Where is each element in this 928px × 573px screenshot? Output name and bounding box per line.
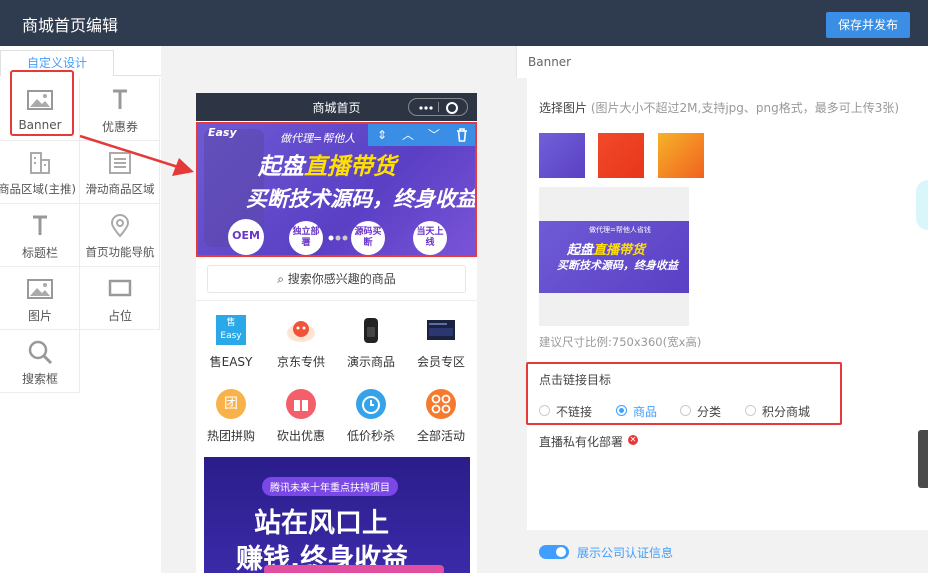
component-label: 搜索框 xyxy=(21,372,58,386)
radio-dot xyxy=(680,405,691,416)
capsule-divider xyxy=(438,102,439,112)
select-image-hint: (图片大小不超过2M,支持jpg、png格式，最多可上传3张) xyxy=(590,101,900,115)
promo-banner[interactable]: 腾讯未来十年重点扶持项目 站在风口上 赚钱,终身收益 xyxy=(204,457,470,573)
radio-label: 商品 xyxy=(633,405,658,419)
link-target-title: 点击链接目标 xyxy=(539,373,612,387)
nav-item-shou-easy[interactable]: 售Easy 售EASY xyxy=(201,315,261,375)
component-coupon[interactable]: 优惠券 xyxy=(80,78,160,141)
more-dots-icon xyxy=(419,106,433,110)
phone-header: 商城首页 xyxy=(196,93,477,121)
member-card-icon xyxy=(427,320,455,340)
building-icon xyxy=(30,152,50,174)
component-label: 优惠券 xyxy=(101,120,138,134)
jd-dog-icon xyxy=(287,321,315,342)
easy-icon: 售Easy xyxy=(216,315,246,345)
close-icon[interactable]: ✕ xyxy=(628,435,638,445)
nav-item-label: 演示商品 xyxy=(346,355,395,369)
phone-search-bar[interactable]: ⌕ 搜索你感兴趣的商品 xyxy=(207,265,466,293)
nav-item-label: 全部活动 xyxy=(416,429,465,443)
nav-item-bargain[interactable]: 砍出优惠 xyxy=(271,389,331,449)
group-buy-icon: 团 xyxy=(216,389,246,419)
nav-item-label: 低价秒杀 xyxy=(346,429,395,443)
preview-headline-a: 起盘 xyxy=(567,243,594,258)
text-icon xyxy=(113,89,127,109)
floating-side-handle[interactable] xyxy=(916,180,928,230)
mini-program-capsule xyxy=(408,98,468,116)
settings-header-title: Banner xyxy=(528,55,572,69)
radio-label: 分类 xyxy=(697,405,722,419)
image-thumbnail[interactable] xyxy=(598,133,644,178)
promo-strip xyxy=(264,565,444,573)
suggested-size-text: 建议尺寸比例:750x360(宽x高) xyxy=(539,335,702,349)
component-label: 图片 xyxy=(27,309,52,323)
banner-highlight-box xyxy=(10,70,74,136)
search-icon: ⌕ xyxy=(277,272,284,286)
text-icon xyxy=(33,215,47,235)
live-private-deploy-label: 直播私有化部署 xyxy=(539,435,624,449)
component-search-box[interactable]: 搜索框 xyxy=(0,330,80,393)
grid-dots-icon xyxy=(426,389,456,419)
component-home-nav[interactable]: 首页功能导航 xyxy=(80,204,160,267)
component-image[interactable]: 图片 xyxy=(0,267,80,330)
image-thumbnail[interactable] xyxy=(658,133,704,178)
gift-icon xyxy=(286,389,316,419)
save-and-publish-button[interactable]: 保存并发布 xyxy=(826,12,910,38)
backpack-icon xyxy=(364,318,378,343)
preview-slogan: 做代理=帮他人省钱 xyxy=(589,226,651,234)
radio-dot xyxy=(616,405,627,416)
component-product-area-main[interactable]: 商品区域(主推) xyxy=(0,141,80,204)
component-title-bar[interactable]: 标题栏 xyxy=(0,204,80,267)
nav-item-demo-goods[interactable]: 演示商品 xyxy=(341,315,401,375)
nav-item-label: 砍出优惠 xyxy=(276,429,325,443)
nav-item-label: 会员专区 xyxy=(416,355,465,369)
divider xyxy=(196,300,477,301)
component-label: 商品区域(主推) xyxy=(0,182,76,196)
component-label: 滑动商品区域 xyxy=(85,182,155,196)
radio-dot xyxy=(539,405,550,416)
nav-item-jd[interactable]: 京东专供 xyxy=(271,315,331,375)
radio-label: 不链接 xyxy=(556,405,593,419)
promo-line-1: 站在风口上 xyxy=(254,508,389,539)
page-title: 商城首页编辑 xyxy=(22,16,119,35)
close-circle-icon xyxy=(446,102,458,114)
phone-preview: 商城首页 Easy 做代理=帮他人 起盘直播带货 买断技术源码，终身收益 OEM… xyxy=(196,93,477,573)
banner-selected-highlight xyxy=(196,122,477,257)
nav-item-all-activities[interactable]: 全部活动 xyxy=(411,389,471,449)
location-icon xyxy=(110,214,130,238)
select-image-title: 选择图片 xyxy=(539,101,588,115)
search-icon xyxy=(28,340,53,364)
image-preview[interactable]: 做代理=帮他人省钱 起盘直播带货 买断技术源码，终身收益 xyxy=(539,187,689,326)
nav-item-group-buy[interactable]: 团 热团拼购 xyxy=(201,389,261,449)
promo-tag: 腾讯未来十年重点扶持项目 xyxy=(262,477,398,496)
select-image-label: 选择图片 (图片大小不超过2M,支持jpg、png格式，最多可上传3张) xyxy=(539,99,899,116)
settings-header: Banner xyxy=(516,46,928,78)
component-placeholder[interactable]: 占位 xyxy=(80,267,160,330)
nav-item-member-zone[interactable]: 会员专区 xyxy=(411,315,471,375)
search-placeholder: 搜索你感兴趣的商品 xyxy=(287,272,396,286)
image-icon xyxy=(27,279,53,299)
side-drawer-tab[interactable] xyxy=(918,430,928,488)
preview-headline-b: 直播带货 xyxy=(593,243,646,258)
annotation-arrow xyxy=(79,134,194,176)
nav-item-label: 热团拼购 xyxy=(206,429,255,443)
preview-headline: 起盘直播带货 xyxy=(567,239,645,258)
image-preview-picture: 做代理=帮他人省钱 起盘直播带货 买断技术源码，终身收益 xyxy=(539,221,689,293)
placeholder-icon xyxy=(108,279,132,297)
tab-divider xyxy=(114,75,161,76)
nav-item-label: 京东专供 xyxy=(276,355,325,369)
component-label: 占位 xyxy=(107,309,132,323)
nav-item-flash-sale[interactable]: 低价秒杀 xyxy=(341,389,401,449)
radio-dot xyxy=(745,405,756,416)
nav-item-label: 售EASY xyxy=(209,355,253,369)
company-cert-toggle-label: 展示公司认证信息 xyxy=(577,546,674,560)
preview-subheadline: 买断技术源码，终身收益 xyxy=(557,259,678,272)
image-thumbnail[interactable] xyxy=(539,133,585,178)
alarm-clock-icon xyxy=(356,389,386,419)
component-label: 标题栏 xyxy=(21,246,58,260)
company-cert-toggle[interactable] xyxy=(539,545,569,559)
radio-label: 积分商城 xyxy=(762,405,811,419)
top-bar: 商城首页编辑 保存并发布 xyxy=(0,0,928,46)
component-label: 首页功能导航 xyxy=(85,245,155,259)
